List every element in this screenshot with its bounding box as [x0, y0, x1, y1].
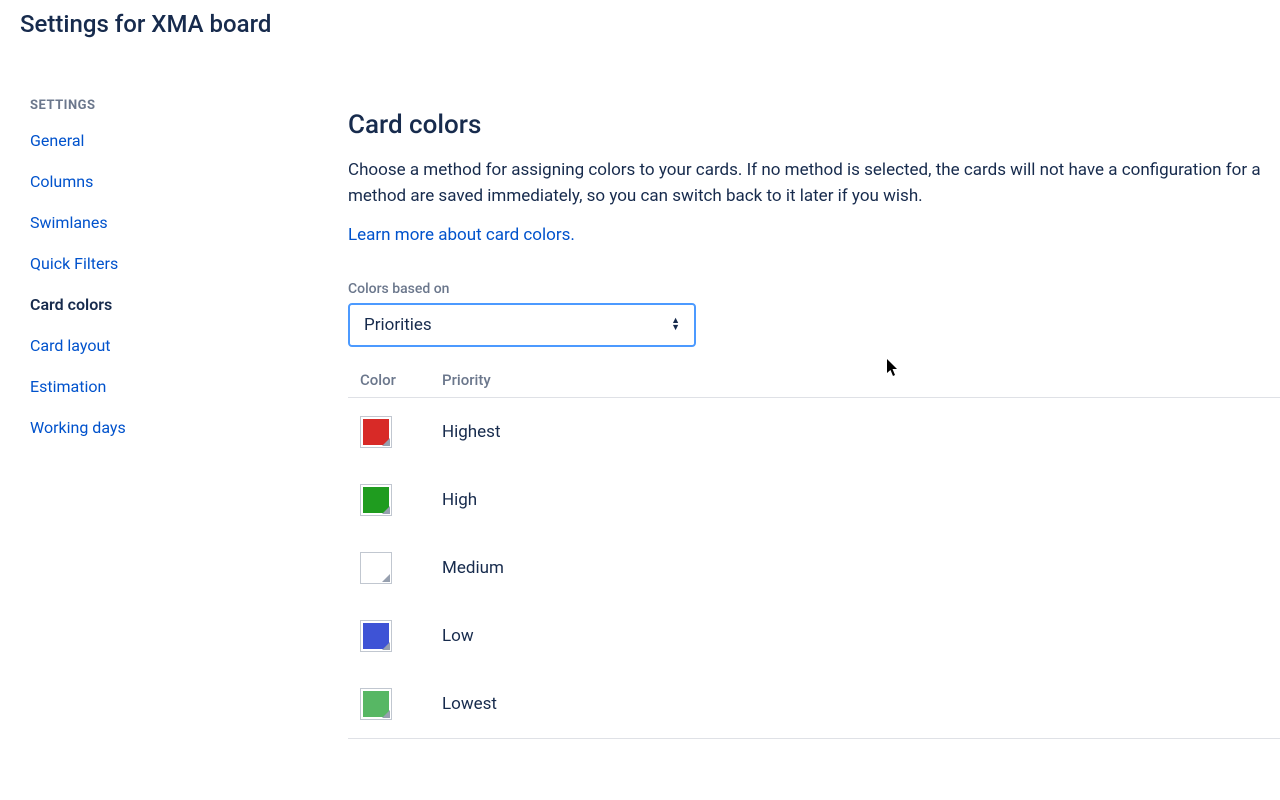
sidebar-item-card-layout[interactable]: Card layout	[30, 336, 320, 355]
priority-label: Low	[442, 626, 474, 646]
table-header-priority: Priority	[442, 371, 491, 389]
sidebar-item-estimation[interactable]: Estimation	[30, 377, 320, 396]
table-row: Highest	[348, 398, 1280, 466]
select-value: Priorities	[364, 315, 432, 335]
color-swatch-medium[interactable]	[360, 552, 392, 584]
color-swatch-low[interactable]	[360, 620, 392, 652]
swatch-dropdown-icon	[382, 438, 390, 446]
description-line-1: Choose a method for assigning colors to …	[348, 160, 1118, 180]
priority-label: Medium	[442, 558, 504, 578]
sidebar-item-working-days[interactable]: Working days	[30, 418, 320, 437]
swatch-dropdown-icon	[382, 506, 390, 514]
page-title: Settings for XMA board	[0, 0, 1280, 38]
priority-label: Lowest	[442, 694, 497, 714]
sidebar-item-general[interactable]: General	[30, 131, 320, 150]
sidebar-item-quick-filters[interactable]: Quick Filters	[30, 254, 320, 273]
color-swatch-highest[interactable]	[360, 416, 392, 448]
table-row: Medium	[348, 534, 1280, 602]
main-content: Card colors Choose a method for assignin…	[320, 98, 1280, 739]
main-description: Choose a method for assigning colors to …	[348, 158, 1280, 209]
sidebar-header: SETTINGS	[30, 98, 320, 113]
colors-based-on-select[interactable]: Priorities ▲ ▼	[348, 303, 696, 347]
table-header-color: Color	[360, 371, 442, 389]
sidebar-item-columns[interactable]: Columns	[30, 172, 320, 191]
sidebar-item-swimlanes[interactable]: Swimlanes	[30, 213, 320, 232]
learn-more-link[interactable]: Learn more about card colors.	[348, 225, 575, 245]
table-row: Lowest	[348, 670, 1280, 738]
table-header: Color Priority	[348, 371, 1280, 398]
table-row: High	[348, 466, 1280, 534]
color-swatch-high[interactable]	[360, 484, 392, 516]
priority-colors-table: Color Priority Highest	[348, 371, 1280, 739]
settings-sidebar: SETTINGS General Columns Swimlanes Quick…	[0, 98, 320, 739]
priority-label: Highest	[442, 422, 501, 442]
sidebar-item-card-colors[interactable]: Card colors	[30, 295, 320, 314]
swatch-dropdown-icon	[382, 710, 390, 718]
swatch-dropdown-icon	[382, 574, 390, 582]
priority-label: High	[442, 490, 477, 510]
select-arrows-icon: ▲ ▼	[671, 318, 680, 332]
color-swatch-lowest[interactable]	[360, 688, 392, 720]
colors-based-on-label: Colors based on	[348, 281, 1280, 297]
swatch-dropdown-icon	[382, 642, 390, 650]
main-heading: Card colors	[348, 110, 1280, 140]
table-row: Low	[348, 602, 1280, 670]
